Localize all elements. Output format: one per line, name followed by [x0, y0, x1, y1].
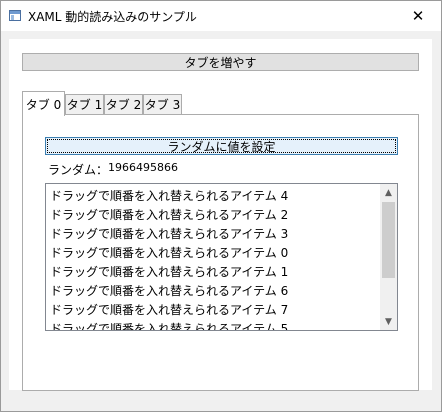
title-bar[interactable]: XAML 動的読み込みのサンプル ✕	[1, 1, 441, 31]
random-label: ランダム：	[48, 163, 109, 177]
tab-3[interactable]: タブ 3	[143, 94, 182, 114]
scroll-up-icon[interactable]: ▲	[380, 184, 397, 201]
close-icon[interactable]: ✕	[395, 1, 441, 31]
draggable-item-list[interactable]: ドラッグで順番を入れ替えられるアイテム 4 ドラッグで順番を入れ替えられるアイテ…	[45, 183, 398, 331]
list-item[interactable]: ドラッグで順番を入れ替えられるアイテム 1	[50, 263, 288, 282]
tab-0-content: ランダムに値を設定 ランダム： 1966495866 ドラッグで順番を入れ替えら…	[22, 114, 419, 391]
list-item[interactable]: ドラッグで順番を入れ替えられるアイテム 0	[50, 244, 288, 263]
window-title: XAML 動的読み込みのサンプル	[28, 10, 197, 24]
add-tab-button[interactable]: タブを増やす	[22, 53, 419, 71]
tab-1[interactable]: タブ 1	[65, 94, 104, 114]
tab-0[interactable]: タブ 0	[22, 91, 65, 116]
random-value: 1966495866	[108, 161, 178, 174]
list-item[interactable]: ドラッグで順番を入れ替えられるアイテム 3	[50, 225, 288, 244]
tab-2[interactable]: タブ 2	[104, 94, 143, 114]
main-panel: タブを増やす タブ 0 タブ 1 タブ 2 タブ 3 ランダムに値を設定 ランダ…	[9, 39, 432, 391]
set-random-value-button[interactable]: ランダムに値を設定	[45, 137, 398, 155]
app-window: XAML 動的読み込みのサンプル ✕ タブを増やす タブ 0 タブ 1 タブ 2…	[0, 0, 442, 412]
app-window-icon	[9, 10, 21, 21]
list-item[interactable]: ドラッグで順番を入れ替えられるアイテム 2	[50, 206, 288, 225]
list-item[interactable]: ドラッグで順番を入れ替えられるアイテム 7	[50, 301, 288, 320]
list-item[interactable]: ドラッグで順番を入れ替えられるアイテム 5	[50, 320, 288, 330]
scroll-down-icon[interactable]: ▼	[380, 313, 397, 330]
scroll-thumb[interactable]	[382, 202, 395, 278]
list-item[interactable]: ドラッグで順番を入れ替えられるアイテム 4	[50, 187, 288, 206]
vertical-scrollbar[interactable]: ▲ ▼	[380, 184, 397, 330]
list-item[interactable]: ドラッグで順番を入れ替えられるアイテム 6	[50, 282, 288, 301]
